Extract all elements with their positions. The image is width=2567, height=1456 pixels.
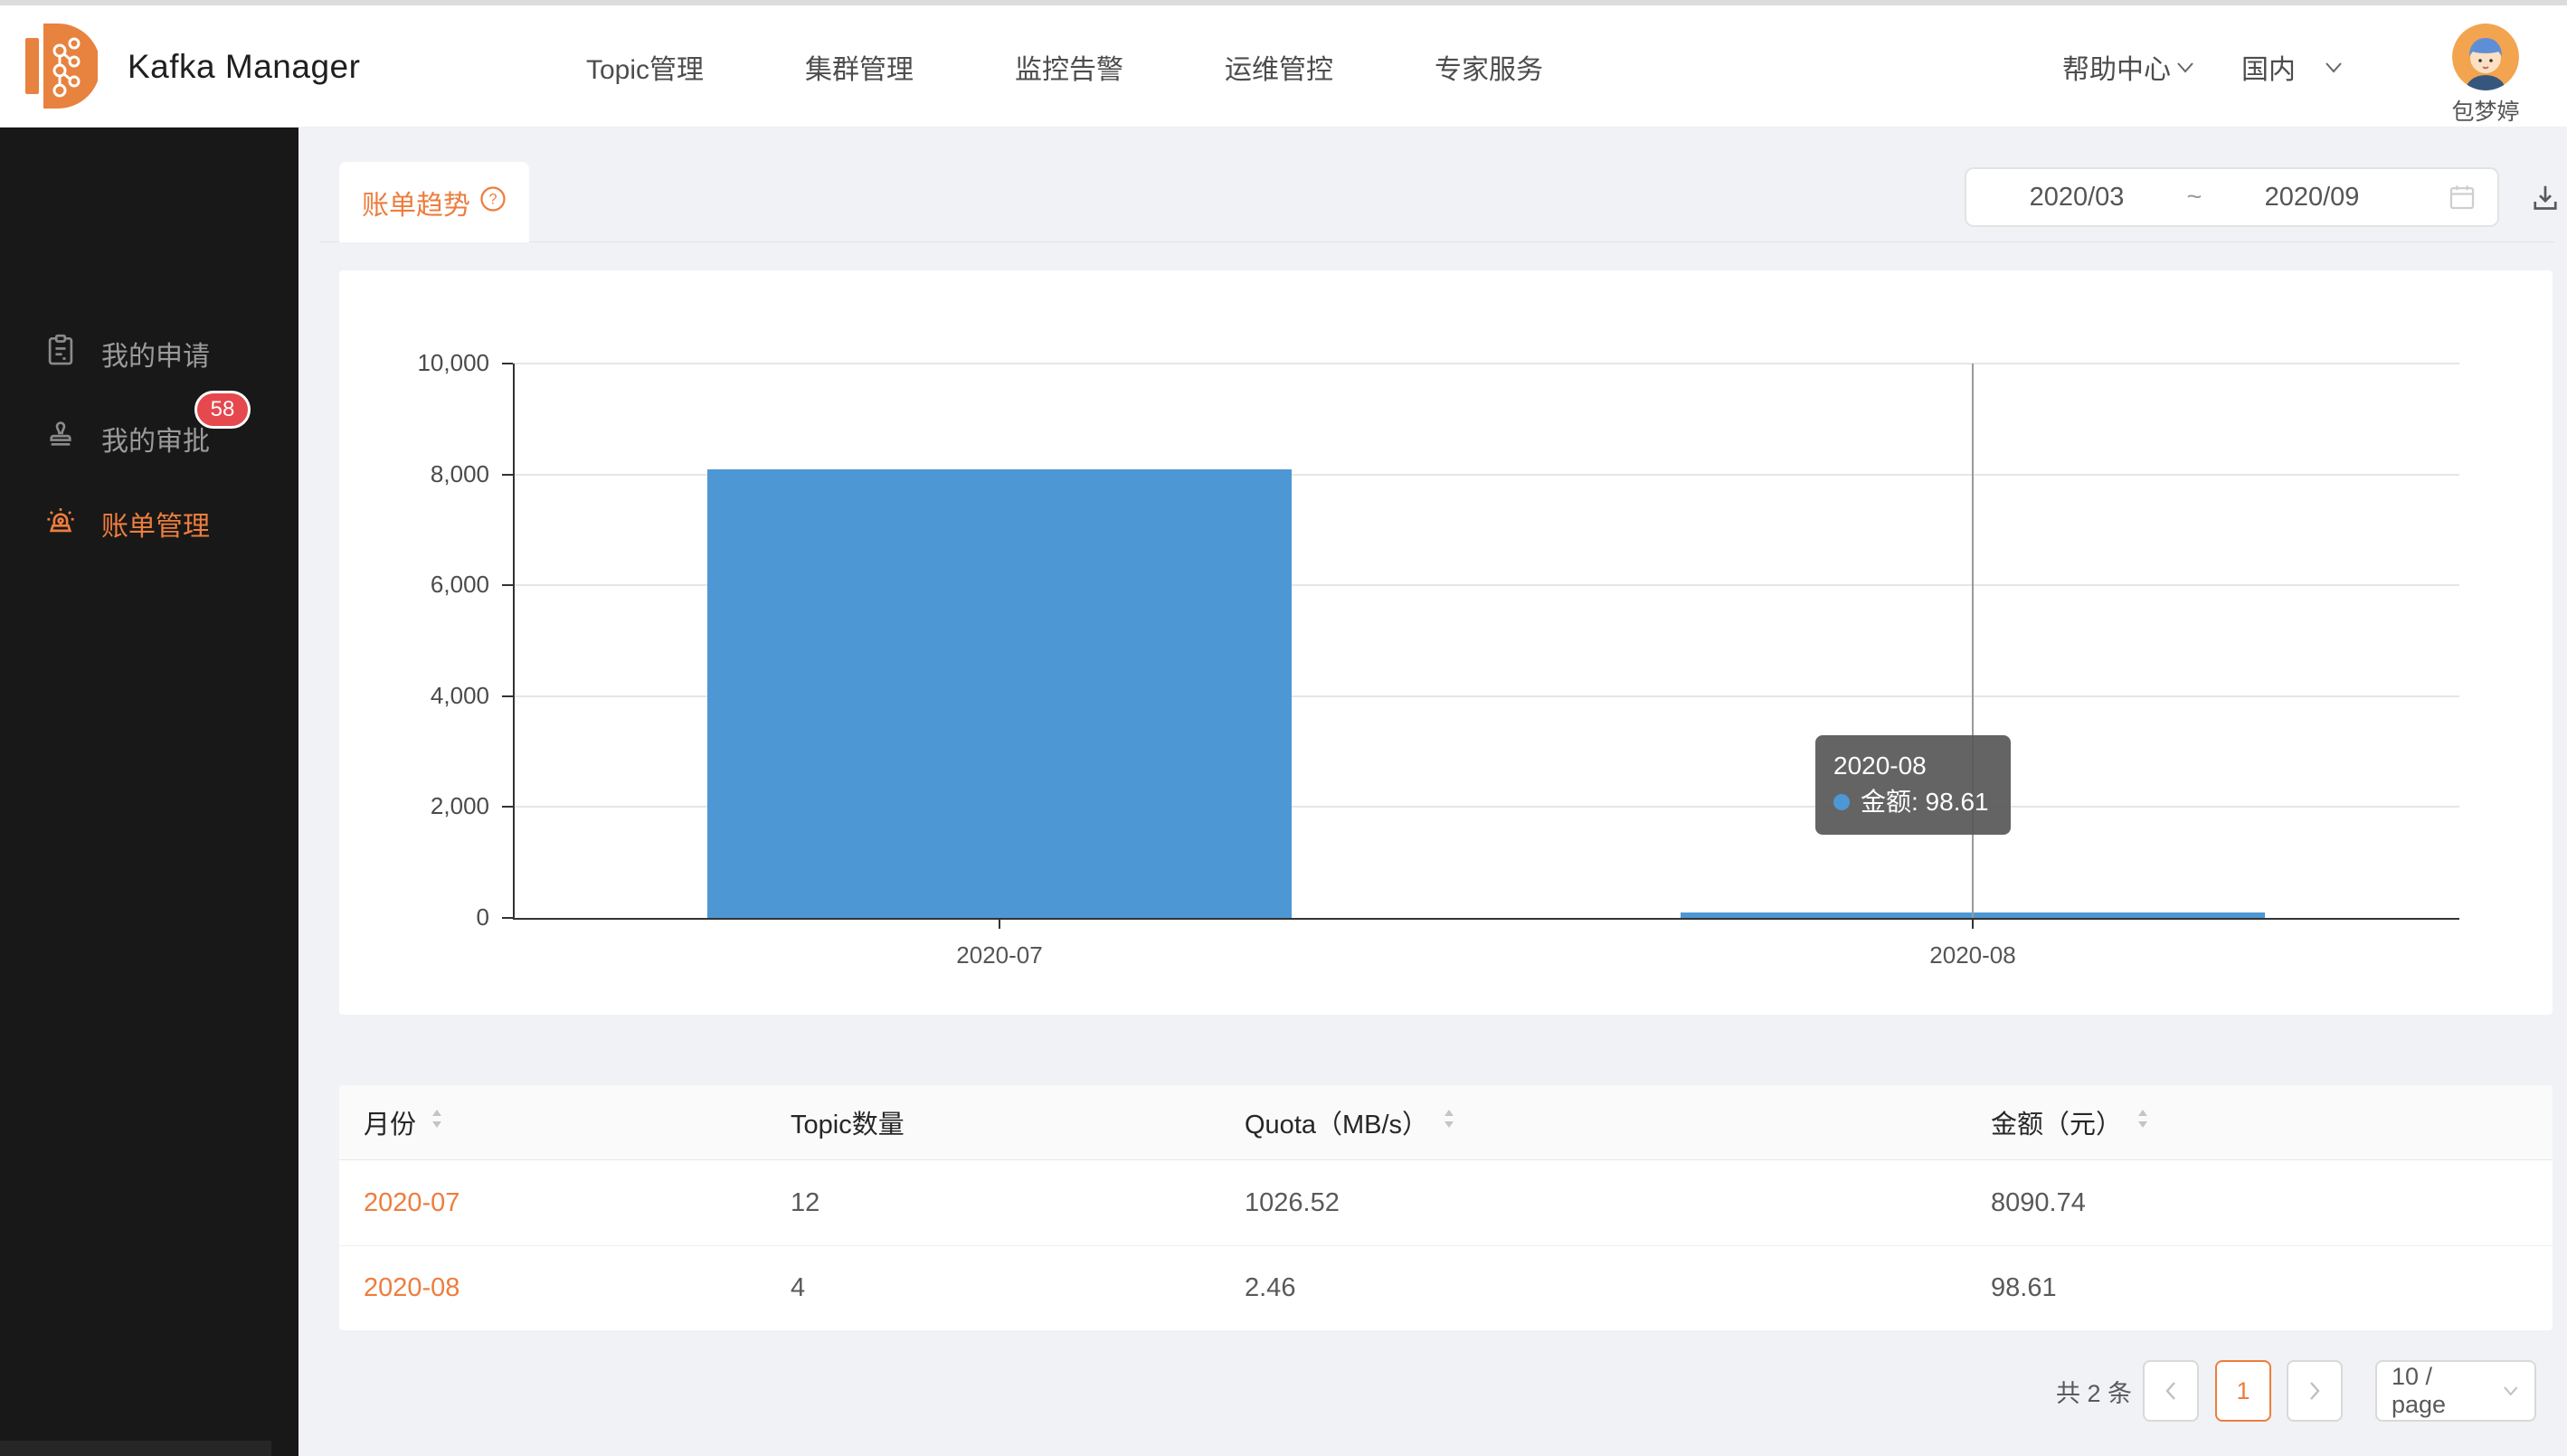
y-axis-tick [502, 363, 513, 364]
download-icon[interactable] [2529, 182, 2562, 216]
question-circle-icon[interactable]: ? [479, 185, 507, 220]
avatar [2452, 24, 2519, 90]
sidebar: 我的申请 我的审批 58 [0, 128, 298, 1456]
date-range-end[interactable]: 2020/09 [2221, 183, 2402, 213]
siren-icon [43, 503, 78, 544]
column-header-amount[interactable]: 金额（元） [1991, 1103, 2553, 1141]
user-menu[interactable]: 包梦婷 [2447, 24, 2524, 127]
chevron-down-icon [2323, 52, 2344, 82]
series-dot-icon [1833, 794, 1850, 810]
chart-bar-2020-07[interactable] [707, 469, 1292, 918]
y-axis-line [513, 364, 515, 918]
y-axis-label: 6,000 [339, 571, 489, 599]
page-title: Kafka Manager [128, 5, 360, 128]
help-center-menu[interactable]: 帮助中心 [2062, 5, 2196, 128]
chart-tooltip: 2020-08 金额: 98.61 [1815, 735, 2011, 835]
app-root: Kafka Manager Topic管理 集群管理 监控告警 运维管控 专家服… [0, 0, 2567, 1456]
chart-crosshair [1972, 364, 1974, 918]
stamp-icon [43, 418, 78, 459]
x-axis-label: 2020-07 [891, 941, 1108, 969]
nav-monitor-alerts[interactable]: 监控告警 [1015, 47, 1123, 87]
y-axis-label: 8,000 [339, 460, 489, 488]
tabbar-divider [320, 241, 2554, 242]
top-nav: Topic管理 集群管理 监控告警 运维管控 专家服务 [586, 5, 1543, 128]
y-axis-label: 2,000 [339, 792, 489, 820]
calendar-icon [2447, 182, 2477, 213]
svg-text:?: ? [488, 191, 497, 207]
sidebar-collapse-trigger[interactable] [0, 1441, 271, 1456]
nav-ops-control[interactable]: 运维管控 [1225, 47, 1333, 87]
cell-topics: 12 [791, 1188, 1245, 1218]
cell-amount: 8090.74 [1991, 1188, 2553, 1218]
tooltip-value: 金额: 98.61 [1861, 784, 1989, 820]
app-header: Kafka Manager Topic管理 集群管理 监控告警 运维管控 专家服… [0, 5, 2567, 128]
pagination-total: 共 2 条 [2056, 1360, 2132, 1422]
sidebar-item-my-applications[interactable]: 我的申请 [0, 311, 298, 396]
nav-expert-service[interactable]: 专家服务 [1435, 47, 1543, 87]
sort-caret-icon[interactable] [2136, 1106, 2149, 1139]
region-selector[interactable]: 国内 [2241, 5, 2344, 128]
billing-table: 月份 Topic数量 Quota（MB/s） 金额（元） [339, 1085, 2553, 1330]
column-header-quota[interactable]: Quota（MB/s） [1245, 1103, 1991, 1141]
column-header-month[interactable]: 月份 [364, 1103, 791, 1141]
y-axis-tick [502, 584, 513, 586]
column-header-topics: Topic数量 [791, 1103, 1245, 1141]
sidebar-item-my-approvals[interactable]: 我的审批 58 [0, 396, 298, 481]
bill-trend-chart: 0 2,000 4,000 6,000 8,000 10,000 2020-07 2020-0… [339, 270, 2553, 1015]
y-axis-tick [502, 917, 513, 919]
x-axis-tick [1972, 918, 1974, 929]
nav-cluster-management[interactable]: 集群管理 [805, 47, 914, 87]
pagination-page-1[interactable]: 1 [2215, 1360, 2271, 1422]
y-axis-label: 4,000 [339, 682, 489, 710]
page-size-select[interactable]: 10 / page [2375, 1360, 2536, 1422]
date-range-picker[interactable]: 2020/03 ~ 2020/09 [1965, 167, 2499, 227]
main-content: 账单趋势 ? 2020/03 ~ 2020/09 [298, 128, 2567, 1456]
sort-caret-icon[interactable] [1443, 1106, 1455, 1139]
cell-amount: 98.61 [1991, 1273, 2553, 1303]
x-axis-tick [999, 918, 1000, 929]
table-row: 2020-07 12 1026.52 8090.74 [339, 1160, 2553, 1245]
sidebar-item-billing-management[interactable]: 账单管理 [0, 481, 298, 566]
month-link-2020-08[interactable]: 2020-08 [364, 1273, 791, 1303]
chart-gridline [513, 363, 2459, 364]
cell-quota: 1026.52 [1245, 1188, 1991, 1218]
cell-quota: 2.46 [1245, 1273, 1991, 1303]
date-range-start[interactable]: 2020/03 [1986, 183, 2167, 213]
pagination-prev-button[interactable] [2143, 1360, 2199, 1422]
month-link-2020-07[interactable]: 2020-07 [364, 1188, 791, 1218]
y-axis-label: 10,000 [339, 349, 489, 377]
tab-billing-trend[interactable]: 账单趋势 ? [339, 162, 529, 242]
nav-topic-management[interactable]: Topic管理 [586, 47, 704, 87]
chart-card: 0 2,000 4,000 6,000 8,000 10,000 2020-07 2020-0… [339, 270, 2553, 1015]
x-axis-label: 2020-08 [1864, 941, 2081, 969]
pagination-next-button[interactable] [2287, 1360, 2343, 1422]
user-name: 包梦婷 [2447, 94, 2524, 127]
tooltip-title: 2020-08 [1833, 748, 1989, 784]
y-axis-tick [502, 806, 513, 808]
table-header-row: 月份 Topic数量 Quota（MB/s） 金额（元） [339, 1085, 2553, 1160]
chevron-down-icon [2502, 1385, 2520, 1397]
y-axis-tick [502, 474, 513, 476]
x-axis-line [513, 918, 2459, 920]
y-axis-tick [502, 695, 513, 697]
approval-count-badge: 58 [194, 391, 251, 429]
y-axis-label: 0 [339, 903, 489, 931]
cell-topics: 4 [791, 1273, 1245, 1303]
app-logo-icon [25, 24, 98, 109]
clipboard-icon [43, 333, 78, 374]
chevron-down-icon [2174, 52, 2196, 82]
sort-caret-icon[interactable] [431, 1106, 443, 1139]
table-row: 2020-08 4 2.46 98.61 [339, 1245, 2553, 1330]
